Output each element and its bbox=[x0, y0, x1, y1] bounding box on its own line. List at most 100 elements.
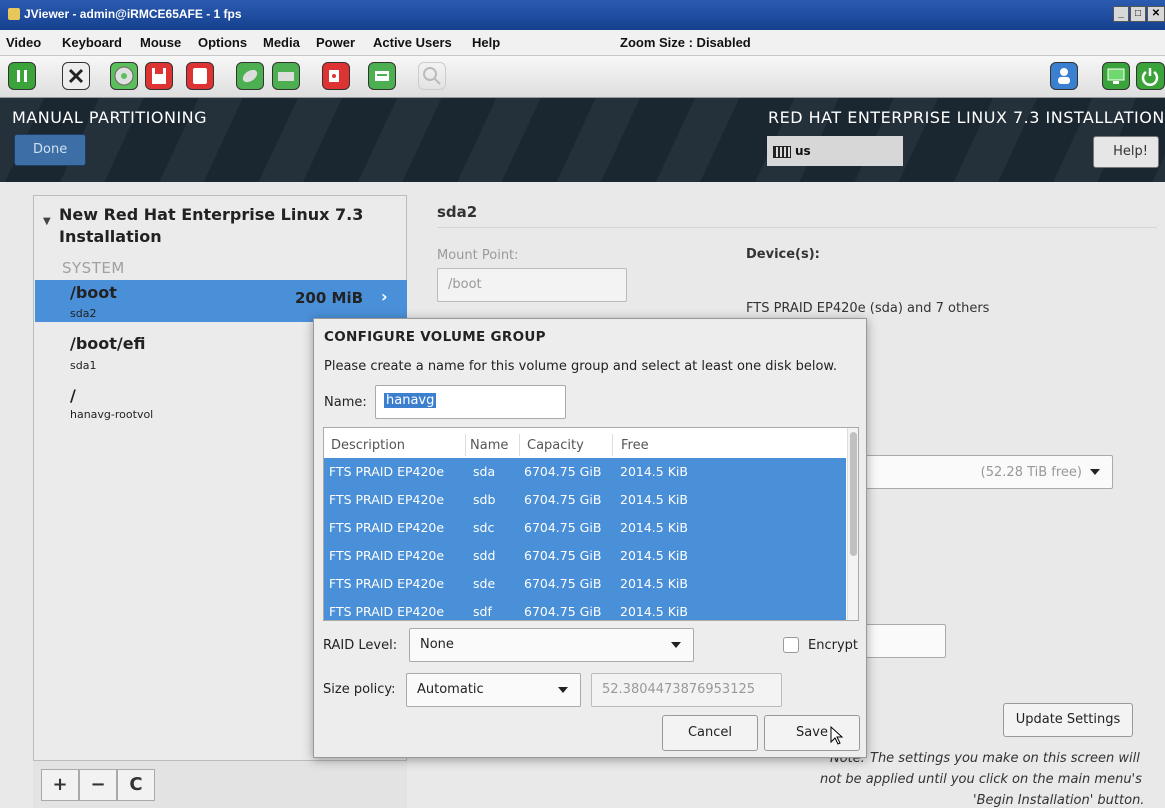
page-title: MANUAL PARTITIONING bbox=[12, 108, 208, 127]
soft-keyboard-icon[interactable] bbox=[368, 62, 396, 90]
note-line-3: 'Begin Installation' button. bbox=[973, 793, 1145, 808]
menu-help[interactable]: Help bbox=[472, 35, 500, 50]
pause-icon[interactable] bbox=[8, 62, 36, 90]
disk-row[interactable]: FTS PRAID EP420e sdc 6704.75 GiB 2014.5 … bbox=[324, 514, 846, 542]
size-policy-value: Automatic bbox=[417, 682, 484, 697]
disk-row[interactable]: FTS PRAID EP420e sda 6704.75 GiB 2014.5 … bbox=[324, 458, 846, 486]
divider bbox=[437, 227, 1157, 228]
keyboard-layout-indicator[interactable]: us bbox=[767, 136, 903, 166]
menu-power[interactable]: Power bbox=[316, 35, 355, 50]
fullscreen-icon[interactable] bbox=[62, 62, 90, 90]
device-label: sda2 bbox=[70, 307, 97, 320]
volume-group-free: (52.28 TiB free) bbox=[980, 465, 1082, 480]
floppy-icon[interactable] bbox=[145, 62, 173, 90]
encrypt-checkbox[interactable] bbox=[783, 637, 799, 653]
collapse-arrow-icon[interactable]: ▼ bbox=[43, 216, 51, 227]
mouse-cursor-icon bbox=[830, 726, 844, 745]
devices-value: FTS PRAID EP420e (sda) and 7 others bbox=[746, 301, 990, 316]
menu-options[interactable]: Options bbox=[198, 35, 247, 50]
zoom-icon[interactable] bbox=[418, 62, 446, 90]
maximize-icon[interactable]: □ bbox=[1130, 6, 1146, 22]
dialog-title: CONFIGURE VOLUME GROUP bbox=[324, 329, 546, 345]
toolbar bbox=[0, 56, 1165, 98]
keyboard-icon bbox=[773, 145, 791, 158]
menu-media[interactable]: Media bbox=[263, 35, 300, 50]
disk-capacity: 6704.75 GiB bbox=[524, 576, 602, 591]
disk-name: sdd bbox=[473, 548, 496, 563]
mouse-icon[interactable] bbox=[236, 62, 264, 90]
menu-bar: Video Keyboard Mouse Options Media Power… bbox=[0, 30, 1165, 56]
menu-keyboard[interactable]: Keyboard bbox=[62, 35, 122, 50]
encrypt-label[interactable]: Encrypt bbox=[808, 638, 858, 653]
devices-label: Device(s): bbox=[746, 247, 820, 262]
usb-icon[interactable] bbox=[186, 62, 214, 90]
mount-point-label: Mount Point: bbox=[437, 248, 519, 263]
disk-description: FTS PRAID EP420e bbox=[329, 604, 445, 619]
power-icon[interactable] bbox=[1136, 62, 1165, 90]
chevron-down-icon bbox=[671, 642, 681, 648]
close-icon[interactable]: ✕ bbox=[1147, 6, 1165, 22]
disk-free: 2014.5 KiB bbox=[620, 464, 688, 479]
chevron-down-icon bbox=[558, 687, 568, 693]
cd-icon[interactable] bbox=[110, 62, 138, 90]
remove-mount-button[interactable]: − bbox=[79, 769, 117, 801]
disk-list[interactable]: Description Name Capacity Free FTS PRAID… bbox=[323, 427, 859, 621]
keyboard-icon[interactable] bbox=[272, 62, 300, 90]
size-policy-select[interactable]: Automatic bbox=[406, 673, 581, 707]
add-mount-button[interactable]: + bbox=[41, 769, 79, 801]
done-button[interactable]: Done bbox=[14, 134, 86, 166]
column-header-name[interactable]: Name bbox=[470, 438, 508, 453]
size-input[interactable]: 52.3804473876953125 bbox=[591, 673, 782, 707]
disk-row[interactable]: FTS PRAID EP420e sdf 6704.75 GiB 2014.5 … bbox=[324, 598, 846, 620]
chevron-down-icon bbox=[1090, 469, 1100, 475]
help-button[interactable]: Help! bbox=[1093, 136, 1159, 168]
disk-row[interactable]: FTS PRAID EP420e sdd 6704.75 GiB 2014.5 … bbox=[324, 542, 846, 570]
menu-video[interactable]: Video bbox=[6, 35, 41, 50]
column-header-capacity[interactable]: Capacity bbox=[527, 438, 584, 453]
label-input[interactable] bbox=[860, 624, 946, 658]
display-icon[interactable] bbox=[1102, 62, 1130, 90]
update-settings-button[interactable]: Update Settings bbox=[1003, 703, 1133, 737]
mount-list-toolbar: + − C bbox=[33, 760, 407, 808]
disk-free: 2014.5 KiB bbox=[620, 548, 688, 563]
size-policy-label: Size policy: bbox=[323, 682, 396, 697]
cancel-button[interactable]: Cancel bbox=[662, 715, 758, 751]
dialog-description: Please create a name for this volume gro… bbox=[324, 359, 837, 374]
disk-capacity: 6704.75 GiB bbox=[524, 492, 602, 507]
volume-group-select[interactable]: (52.28 TiB free) bbox=[860, 455, 1113, 489]
column-separator bbox=[465, 434, 466, 456]
size-value: 52.3804473876953125 bbox=[602, 682, 756, 697]
raid-level-value: None bbox=[420, 637, 454, 652]
menu-mouse[interactable]: Mouse bbox=[140, 35, 181, 50]
mount-row-boot[interactable]: /boot sda2 200 MiB › bbox=[35, 280, 407, 322]
volume-group-name-value: hanavg bbox=[384, 393, 437, 408]
disk-list-scrollbar[interactable] bbox=[847, 428, 858, 620]
disk-row[interactable]: FTS PRAID EP420e sde 6704.75 GiB 2014.5 … bbox=[324, 570, 846, 598]
disk-name: sdc bbox=[473, 520, 495, 535]
disk-capacity: 6704.75 GiB bbox=[524, 464, 602, 479]
minimize-icon[interactable]: _ bbox=[1113, 6, 1129, 22]
mount-point-input[interactable]: /boot bbox=[437, 268, 627, 302]
scrollbar-thumb[interactable] bbox=[850, 432, 857, 556]
note-line-1: The settings you make on this screen wil… bbox=[870, 751, 1140, 766]
refresh-button[interactable]: C bbox=[117, 769, 155, 801]
mount-point-label: / bbox=[70, 386, 76, 405]
menu-active-users[interactable]: Active Users bbox=[373, 35, 452, 50]
mount-point-label: /boot bbox=[70, 283, 117, 302]
note-line-2: not be applied until you click on the ma… bbox=[820, 772, 1142, 787]
column-header-description[interactable]: Description bbox=[331, 438, 405, 453]
disk-free: 2014.5 KiB bbox=[620, 576, 688, 591]
record-icon[interactable] bbox=[322, 62, 350, 90]
volume-group-name-input[interactable]: hanavg bbox=[375, 385, 566, 419]
configure-volume-group-dialog: CONFIGURE VOLUME GROUP Please create a n… bbox=[313, 318, 867, 758]
disk-description: FTS PRAID EP420e bbox=[329, 576, 445, 591]
users-icon[interactable] bbox=[1050, 62, 1078, 90]
save-button[interactable]: Save bbox=[764, 715, 860, 751]
chevron-right-icon: › bbox=[381, 287, 388, 306]
disk-capacity: 6704.75 GiB bbox=[524, 520, 602, 535]
disk-name: sda bbox=[473, 464, 496, 479]
keyboard-layout-label: us bbox=[795, 144, 811, 158]
raid-level-select[interactable]: None bbox=[409, 628, 694, 662]
column-header-free[interactable]: Free bbox=[621, 438, 649, 453]
disk-row[interactable]: FTS PRAID EP420e sdb 6704.75 GiB 2014.5 … bbox=[324, 486, 846, 514]
